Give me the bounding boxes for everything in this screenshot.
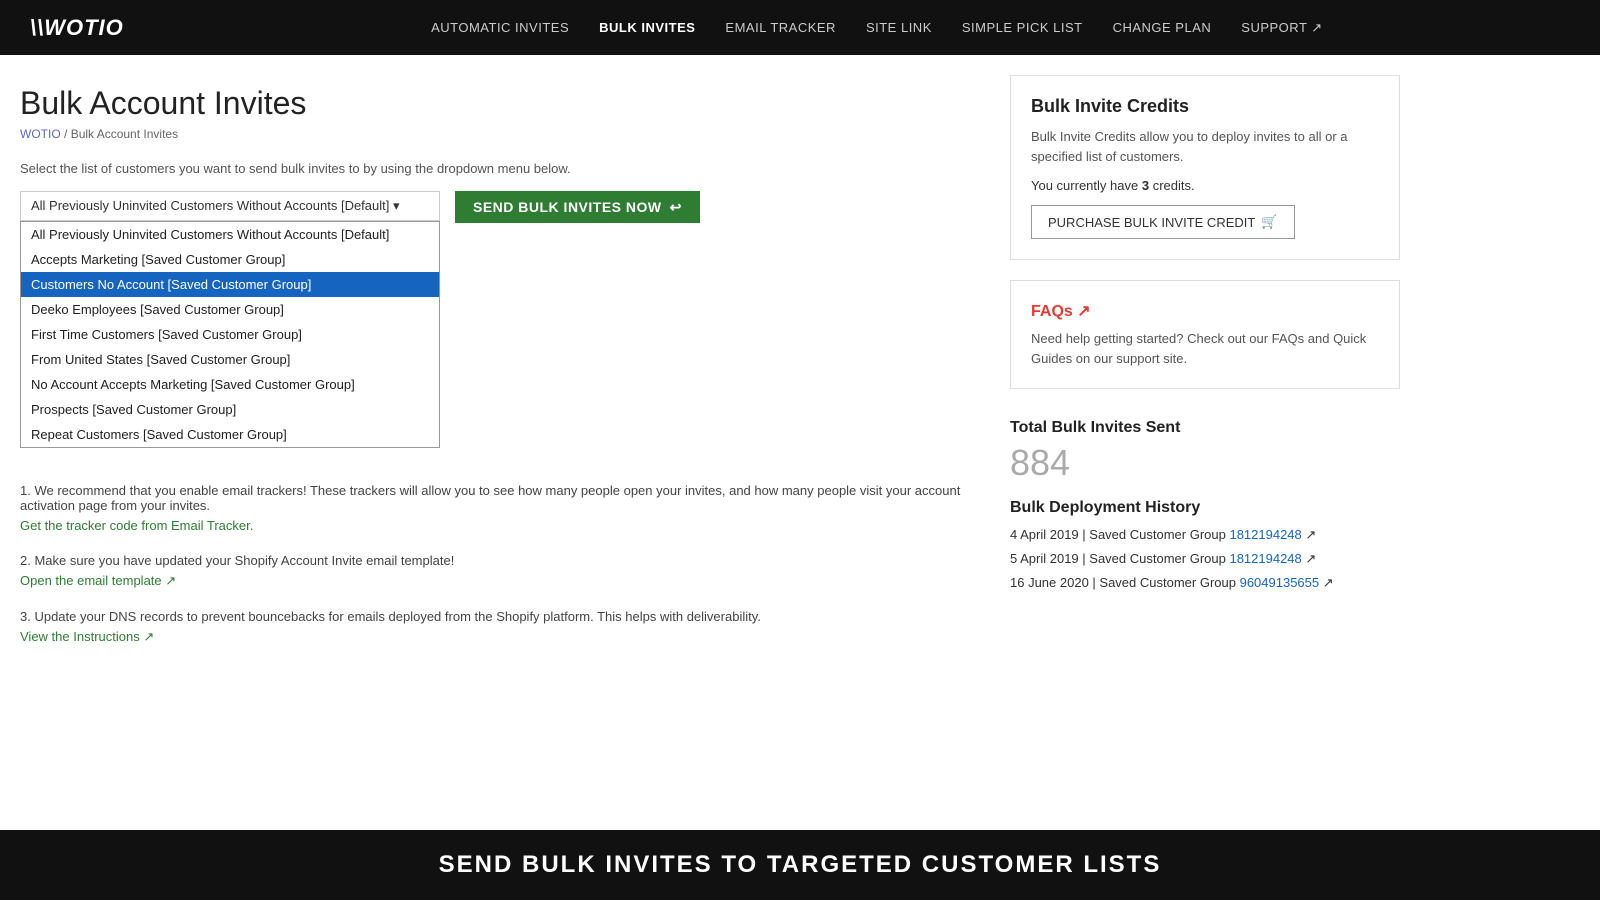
nav-change-plan[interactable]: CHANGE PLAN: [1113, 20, 1212, 36]
faqs-desc: Need help getting started? Check out our…: [1031, 329, 1379, 368]
site-logo[interactable]: \\WOTIO: [30, 15, 124, 41]
purchase-btn-icon: 🛒: [1261, 214, 1277, 230]
dropdown-option-1[interactable]: Accepts Marketing [Saved Customer Group]: [21, 247, 439, 272]
send-bulk-invites-button[interactable]: SEND BULK INVITES NOW ↩: [455, 191, 700, 223]
breadcrumb: WOTIO / Bulk Account Invites: [20, 127, 970, 141]
dropdown-option-3[interactable]: Deeko Employees [Saved Customer Group]: [21, 297, 439, 322]
send-row: All Previously Uninvited Customers Witho…: [20, 191, 970, 223]
purchase-credit-button[interactable]: PURCHASE BULK INVITE CREDIT 🛒: [1031, 205, 1295, 239]
total-invites-title: Total Bulk Invites Sent: [1010, 419, 1400, 437]
footer-banner-text: SEND BULK INVITES TO TARGETED CUSTOMER L…: [439, 851, 1162, 879]
email-template-link[interactable]: Open the email template ↗: [20, 573, 176, 588]
credit-count: You currently have 3 credits.: [1031, 178, 1379, 193]
dropdown-option-5[interactable]: From United States [Saved Customer Group…: [21, 347, 439, 372]
nav-links: AUTOMATIC INVITES BULK INVITES EMAIL TRA…: [184, 20, 1570, 36]
step2-text: 2. Make sure you have updated your Shopi…: [20, 553, 970, 568]
info-section: 1. We recommend that you enable email tr…: [20, 483, 970, 645]
total-invites-count: 884: [1010, 442, 1400, 484]
step3-text: 3. Update your DNS records to prevent bo…: [20, 609, 970, 624]
footer-banner: SEND BULK INVITES TO TARGETED CUSTOMER L…: [0, 830, 1600, 900]
history-link-1[interactable]: 1812194248: [1229, 551, 1301, 566]
history-link-2[interactable]: 96049135655: [1240, 575, 1320, 590]
send-button-icon: ↩: [670, 199, 682, 216]
nav-automatic-invites[interactable]: AUTOMATIC INVITES: [431, 20, 569, 36]
dropdown-option-4[interactable]: First Time Customers [Saved Customer Gro…: [21, 322, 439, 347]
step3-block: 3. Update your DNS records to prevent bo…: [20, 609, 970, 645]
main-content: Bulk Account Invites WOTIO / Bulk Accoun…: [0, 55, 1000, 830]
dropdown-option-0[interactable]: All Previously Uninvited Customers Witho…: [21, 222, 439, 247]
dropdown-option-7[interactable]: Prospects [Saved Customer Group]: [21, 397, 439, 422]
dropdown-option-2[interactable]: Customers No Account [Saved Customer Gro…: [21, 272, 439, 297]
send-button-label: SEND BULK INVITES NOW: [473, 199, 662, 215]
nav-simple-pick-list[interactable]: SIMPLE PICK LIST: [962, 20, 1083, 36]
credits-card: Bulk Invite Credits Bulk Invite Credits …: [1010, 75, 1400, 260]
dns-instructions-link[interactable]: View the Instructions ↗: [20, 629, 154, 644]
navigation: \\WOTIO AUTOMATIC INVITES BULK INVITES E…: [0, 0, 1600, 55]
step1-text: 1. We recommend that you enable email tr…: [20, 483, 970, 513]
history-item-1: 5 April 2019 | Saved Customer Group 1812…: [1010, 551, 1400, 567]
nav-site-link[interactable]: SITE LINK: [866, 20, 932, 36]
faqs-title[interactable]: FAQs ↗: [1031, 301, 1379, 321]
purchase-btn-label: PURCHASE BULK INVITE CREDIT: [1048, 215, 1255, 230]
credits-title: Bulk Invite Credits: [1031, 96, 1379, 117]
dropdown-option-6[interactable]: No Account Accepts Marketing [Saved Cust…: [21, 372, 439, 397]
nav-support[interactable]: SUPPORT ↗: [1241, 20, 1322, 36]
page-wrapper: Bulk Account Invites WOTIO / Bulk Accoun…: [0, 55, 1600, 830]
step1-block: 1. We recommend that you enable email tr…: [20, 483, 970, 533]
dropdown-option-8[interactable]: Repeat Customers [Saved Customer Group]: [21, 422, 439, 447]
history-title: Bulk Deployment History: [1010, 499, 1400, 517]
history-link-0[interactable]: 1812194248: [1229, 527, 1301, 542]
breadcrumb-home[interactable]: WOTIO: [20, 127, 61, 141]
page-description: Select the list of customers you want to…: [20, 161, 970, 176]
page-title: Bulk Account Invites: [20, 85, 970, 122]
nav-email-tracker[interactable]: EMAIL TRACKER: [725, 20, 836, 36]
nav-bulk-invites[interactable]: BULK INVITES: [599, 20, 695, 36]
total-invites-section: Total Bulk Invites Sent 884: [1010, 409, 1400, 484]
sidebar: Bulk Invite Credits Bulk Invite Credits …: [1000, 55, 1420, 830]
tracker-link[interactable]: Get the tracker code from Email Tracker.: [20, 518, 253, 533]
faqs-card: FAQs ↗ Need help getting started? Check …: [1010, 280, 1400, 389]
dropdown-list: All Previously Uninvited Customers Witho…: [20, 221, 440, 448]
credit-number: 3: [1142, 178, 1149, 193]
step2-block: 2. Make sure you have updated your Shopi…: [20, 553, 970, 589]
history-item-0: 4 April 2019 | Saved Customer Group 1812…: [1010, 527, 1400, 543]
deployment-history-section: Bulk Deployment History 4 April 2019 | S…: [1010, 499, 1400, 591]
customer-list-select[interactable]: All Previously Uninvited Customers Witho…: [20, 191, 440, 221]
credits-desc: Bulk Invite Credits allow you to deploy …: [1031, 127, 1379, 166]
dropdown-container: All Previously Uninvited Customers Witho…: [20, 191, 440, 221]
history-item-2: 16 June 2020 | Saved Customer Group 9604…: [1010, 575, 1400, 591]
